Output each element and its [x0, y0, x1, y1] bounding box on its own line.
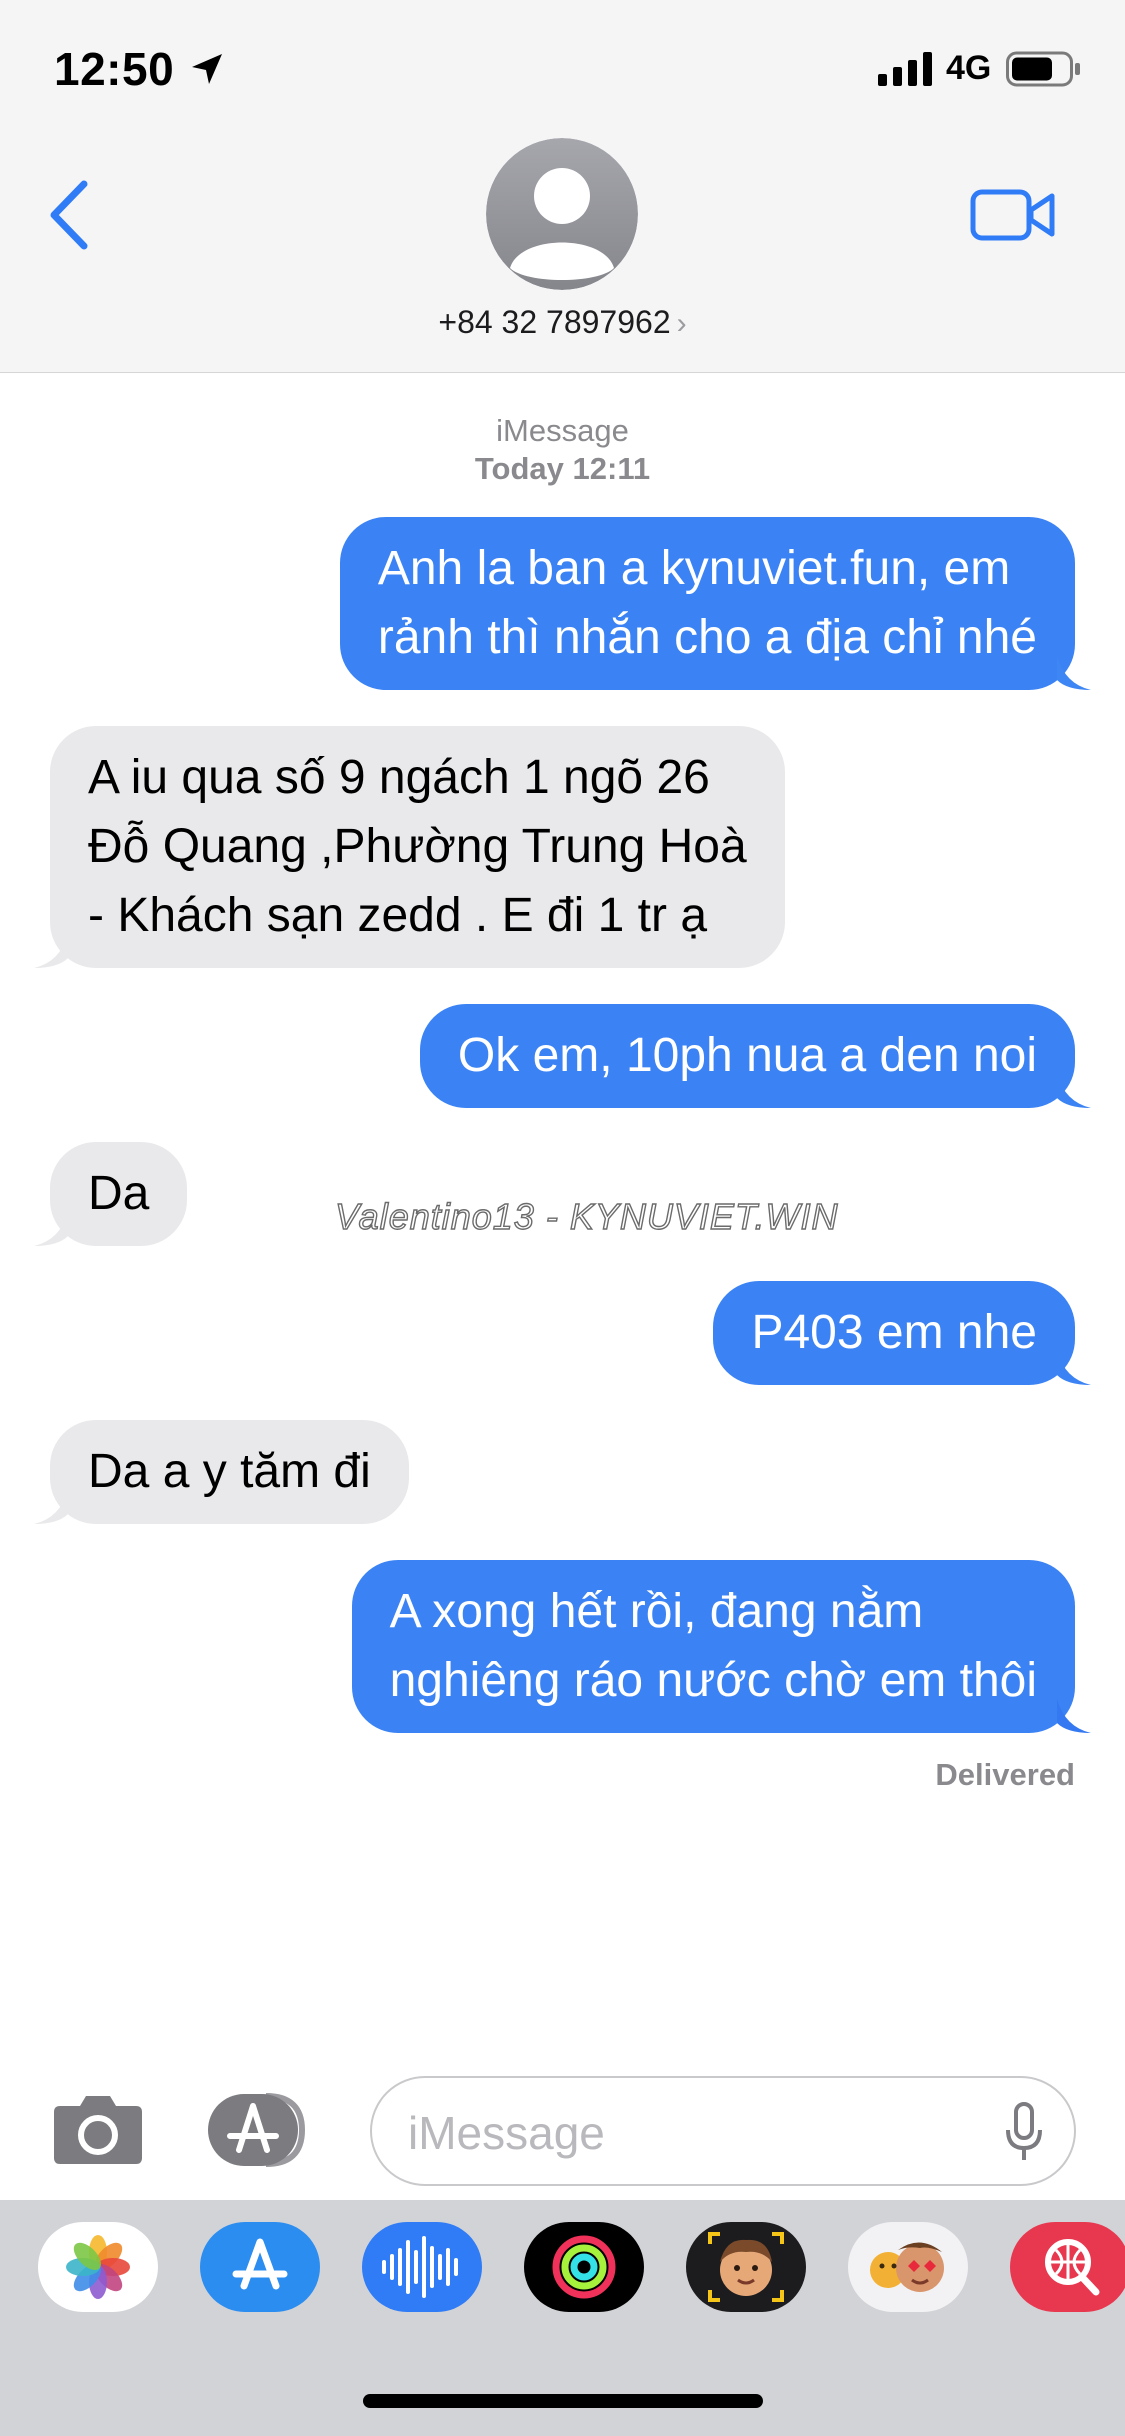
cellular-signal-icon	[878, 52, 932, 86]
status-time: 12:50	[54, 43, 175, 95]
photos-icon[interactable]	[38, 2222, 158, 2312]
contact-number: +84 32 7897962	[438, 304, 671, 340]
delivery-status: Delivered	[935, 1757, 1075, 1792]
message-text: Ok em, 10ph nua a den noi	[457, 1029, 1037, 1082]
chevron-right-icon: ›	[676, 307, 687, 340]
contact-avatar[interactable]	[486, 138, 638, 290]
camera-icon[interactable]	[52, 2092, 144, 2166]
web-search-icon[interactable]	[1010, 2222, 1125, 2312]
message-text: P403 em nhe	[751, 1306, 1037, 1359]
message-input[interactable]: iMessage	[370, 2076, 1076, 2186]
message-input-placeholder: iMessage	[408, 2107, 605, 2159]
bubble-tail	[1057, 1074, 1091, 1108]
message-text: A iu qua số 9 ngách 1 ngõ 26 Đỗ Quang ,P…	[88, 751, 747, 942]
bubble-tail	[1057, 1699, 1091, 1733]
bubble-tail	[34, 1212, 68, 1246]
message-bubble-incoming[interactable]: A iu qua số 9 ngách 1 ngõ 26 Đỗ Quang ,P…	[34, 726, 785, 968]
watermark-text: Valentino13 - KYNUVIET.WIN	[334, 1195, 839, 1237]
conversation-timestamp: iMessage Today 12:11	[0, 412, 1125, 488]
message-bubble-outgoing[interactable]: Anh la ban a kynuviet.fun, em rảnh thì n…	[339, 517, 1091, 690]
timestamp: Today 12:11	[474, 451, 651, 486]
animoji-stickers-icon[interactable]	[848, 2222, 968, 2312]
bubble-tail	[1057, 656, 1091, 690]
message-bubble-incoming[interactable]: Da	[34, 1142, 188, 1246]
audio-message-icon[interactable]	[362, 2222, 482, 2312]
conversation-header: 12:50 4G +84 32 7897962 ›	[0, 0, 1125, 373]
message-text: A xong hết rồi, đang nằm nghiêng ráo nướ…	[389, 1585, 1037, 1707]
battery-icon	[1006, 51, 1080, 87]
app-store-button-icon[interactable]	[206, 2092, 318, 2168]
video-call-icon[interactable]	[970, 186, 1056, 244]
message-text: Da	[88, 1167, 150, 1220]
message-bubble-incoming[interactable]: Da a y tăm đi	[34, 1420, 409, 1524]
fitness-icon[interactable]	[524, 2222, 644, 2312]
bubble-tail	[34, 1490, 68, 1524]
app-store-icon[interactable]	[200, 2222, 320, 2312]
service-name: iMessage	[496, 413, 629, 448]
message-bubble-outgoing[interactable]: A xong hết rồi, đang nằm nghiêng ráo nướ…	[351, 1560, 1091, 1733]
microphone-icon[interactable]	[1004, 2102, 1044, 2162]
location-arrow-icon	[192, 54, 222, 84]
message-bubble-outgoing[interactable]: P403 em nhe	[713, 1281, 1091, 1385]
network-type: 4G	[946, 49, 992, 87]
bubble-tail	[34, 934, 68, 968]
bubble-tail	[1057, 1351, 1091, 1385]
home-indicator[interactable]	[363, 2394, 763, 2408]
memoji-icon[interactable]	[686, 2222, 806, 2312]
message-bubble-outgoing[interactable]: Ok em, 10ph nua a den noi	[419, 1004, 1091, 1108]
message-text: Da a y tăm đi	[88, 1445, 371, 1498]
message-text: Anh la ban a kynuviet.fun, em rảnh thì n…	[377, 542, 1037, 664]
back-chevron-icon[interactable]	[44, 178, 94, 252]
contact-name[interactable]: +84 32 7897962 ›	[0, 304, 1125, 341]
